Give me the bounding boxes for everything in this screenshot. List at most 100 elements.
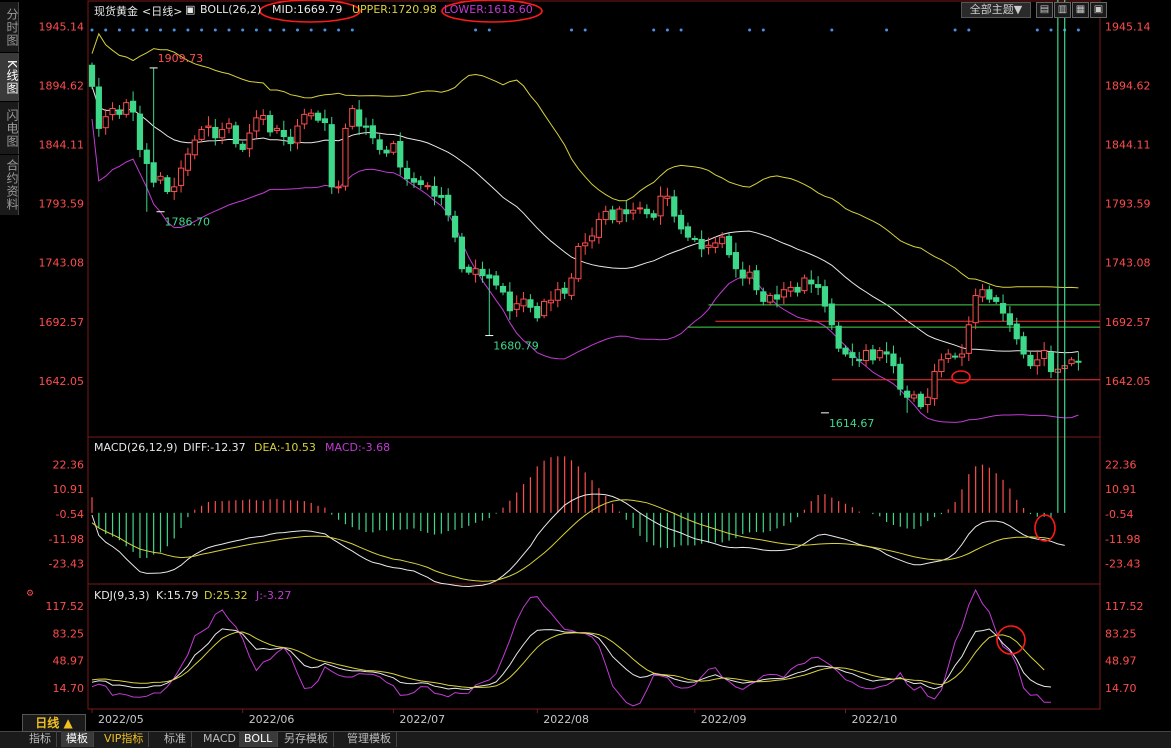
- candle-body: [130, 100, 137, 113]
- main-y-tick-right: 1642.05: [1105, 375, 1151, 388]
- candle-body: [643, 208, 650, 215]
- candle-body: [369, 125, 376, 139]
- macd-y-tick-left: -11.98: [49, 533, 84, 546]
- candle-body: [198, 129, 205, 140]
- candle-body: [554, 289, 561, 301]
- macd-highlight-circle: [1034, 514, 1056, 542]
- candle-body: [273, 127, 281, 131]
- tab-template[interactable]: 模板: [61, 731, 94, 747]
- main-y-tick-right: 1844.11: [1105, 139, 1151, 152]
- signal-dot: [117, 28, 121, 32]
- candle-body: [493, 275, 500, 286]
- candle-body: [842, 347, 849, 355]
- candle-body: [88, 64, 96, 87]
- candle-body: [904, 390, 911, 398]
- signal-dot: [145, 28, 149, 32]
- signal-dot: [885, 28, 889, 32]
- kdj-d-value: D:25.32: [204, 589, 248, 602]
- signal-dot: [967, 28, 971, 32]
- signal-dot: [953, 28, 957, 32]
- candle-body: [205, 125, 212, 128]
- candle-body: [712, 242, 719, 248]
- theme-select[interactable]: 全部主题▼: [961, 2, 1031, 18]
- tab-intraday[interactable]: 分时图: [0, 2, 19, 52]
- candle-body: [671, 196, 678, 217]
- tab-macd[interactable]: MACD: [198, 731, 242, 747]
- candle-body: [897, 363, 904, 390]
- layout-2-button[interactable]: ▥: [1054, 2, 1071, 18]
- signal-dot: [254, 28, 258, 32]
- kdj-y-tick-right: 48.97: [1105, 655, 1137, 668]
- candle-body: [595, 219, 602, 238]
- signal-dot: [131, 28, 135, 32]
- tab-kline[interactable]: K线图: [0, 53, 19, 101]
- signal-dot: [1049, 28, 1053, 32]
- price-annotations: 1909.73 1786.70 1680.79 1614.67: [149, 52, 874, 430]
- tab-manage-template[interactable]: 管理模板: [342, 731, 397, 747]
- macd-y-tick-left: 10.91: [53, 483, 85, 496]
- candle-body: [547, 299, 555, 304]
- candle-body: [301, 113, 308, 125]
- candle-body: [404, 167, 411, 180]
- signal-dot: [200, 28, 204, 32]
- candle-body: [177, 167, 185, 186]
- support-resistance-lines: [687, 304, 1100, 381]
- signal-dot: [227, 28, 231, 32]
- layout-4-button[interactable]: ▣: [1090, 2, 1107, 18]
- candle-body: [972, 295, 979, 324]
- candle-body: [164, 177, 171, 193]
- boll-upper-value: UPPER:1720.98: [352, 3, 437, 16]
- candle-body: [1027, 354, 1034, 367]
- kdj-settings-icon[interactable]: ⚙: [26, 589, 34, 599]
- boll-icon: ▣: [185, 3, 196, 16]
- signal-dot: [268, 28, 272, 32]
- layout-1-button[interactable]: ▤: [1036, 2, 1053, 18]
- candle-body: [287, 136, 294, 145]
- candle-body: [739, 269, 746, 279]
- candle-body: [294, 125, 301, 144]
- main-y-tick-left: 1642.05: [39, 375, 85, 388]
- candle-body: [225, 123, 233, 129]
- candle-body: [801, 277, 808, 292]
- tab-standard[interactable]: 标准: [159, 731, 192, 747]
- tab-lightning[interactable]: 闪电图: [0, 102, 19, 154]
- kdj-d-line: [91, 631, 1045, 689]
- kdj-k-line: [91, 628, 1052, 690]
- signal-dot: [679, 28, 683, 32]
- tab-vip-indicator[interactable]: VIP指标: [99, 731, 150, 747]
- candle-body: [684, 226, 692, 238]
- candle-body: [931, 371, 938, 400]
- candle-body: [691, 238, 698, 241]
- candle-body: [157, 175, 164, 181]
- candle-body: [650, 213, 657, 218]
- candle-body: [1075, 360, 1082, 363]
- candle-body: [924, 396, 931, 406]
- kdj-y-tick-right: 117.52: [1105, 600, 1144, 613]
- candle-body: [890, 353, 897, 367]
- candle-body: [150, 162, 157, 183]
- candle-body: [623, 209, 630, 215]
- candle-body: [260, 115, 267, 120]
- candle-body: [397, 140, 404, 168]
- candle-body: [760, 291, 767, 302]
- candle-body: [773, 294, 781, 300]
- tab-contract-info[interactable]: 合约资料: [0, 155, 19, 215]
- candle-body: [828, 303, 835, 326]
- tab-boll[interactable]: BOLL: [239, 731, 279, 747]
- macd-y-tick-right: -11.98: [1105, 533, 1140, 546]
- main-y-tick-left: 1692.57: [39, 316, 85, 329]
- kdj-y-tick-right: 83.25: [1105, 627, 1137, 640]
- main-y-tick-right: 1692.57: [1105, 316, 1151, 329]
- candle-body: [116, 109, 123, 115]
- layout-3-button[interactable]: ▦: [1072, 2, 1089, 18]
- candle-body: [376, 139, 383, 150]
- tab-save-template[interactable]: 另存模板: [279, 731, 334, 747]
- main-y-tick-right: 1743.08: [1105, 257, 1151, 270]
- period-switch-button[interactable]: 日线 ▲: [22, 714, 86, 732]
- candle-body: [986, 289, 993, 300]
- chart-canvas: 1909.731786.701680.791614.67 1945.14 1945…: [39, 0, 1151, 726]
- signal-dot: [172, 28, 176, 32]
- candle-body: [458, 236, 465, 270]
- tab-indicator[interactable]: 指标: [24, 731, 57, 747]
- date-label: 2022/07: [399, 713, 445, 726]
